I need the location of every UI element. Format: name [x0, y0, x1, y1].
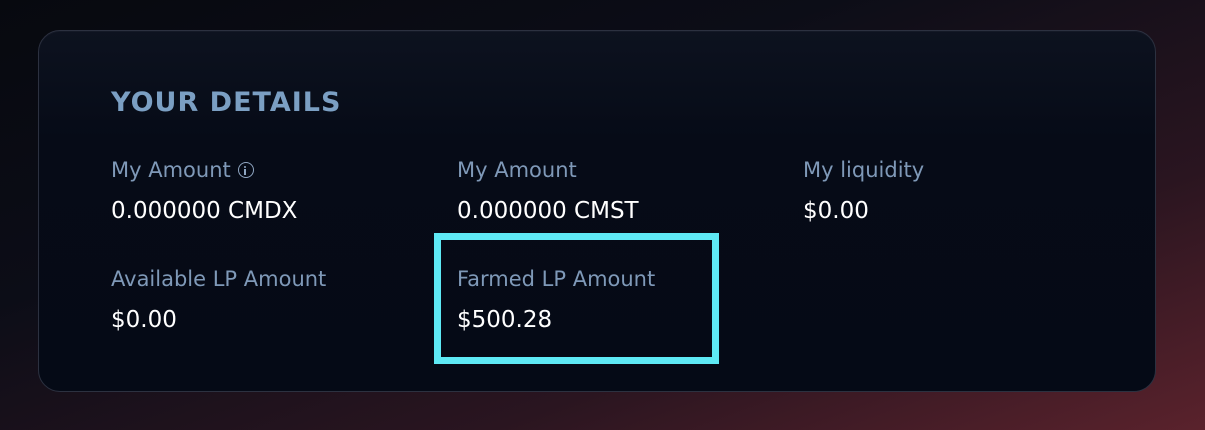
my-amount-cmst-value: 0.000000 CMST [457, 198, 639, 224]
available-lp-amount-value: $0.00 [111, 307, 177, 333]
my-amount-cmdx-value: 0.000000 CMDX [111, 198, 298, 224]
highlight-box [434, 233, 719, 364]
my-amount-cmdx-label: My Amount [111, 158, 231, 182]
my-liquidity-label: My liquidity [803, 158, 925, 182]
my-liquidity: My liquidity $0.00 [803, 157, 924, 225]
available-lp-amount-label: Available LP Amount [111, 267, 327, 291]
my-liquidity-value: $0.00 [803, 198, 869, 224]
card-title: YOUR DETAILS [111, 87, 342, 118]
available-lp-amount: Available LP Amount $0.00 [111, 266, 326, 334]
info-icon[interactable] [237, 162, 254, 178]
my-amount-cmst: My Amount 0.000000 CMST [457, 157, 639, 225]
my-amount-cmst-label: My Amount [457, 158, 577, 182]
your-details-card: YOUR DETAILS My Amount 0.000000 CMDX My … [38, 30, 1156, 392]
my-amount-cmdx: My Amount 0.000000 CMDX [111, 157, 297, 225]
